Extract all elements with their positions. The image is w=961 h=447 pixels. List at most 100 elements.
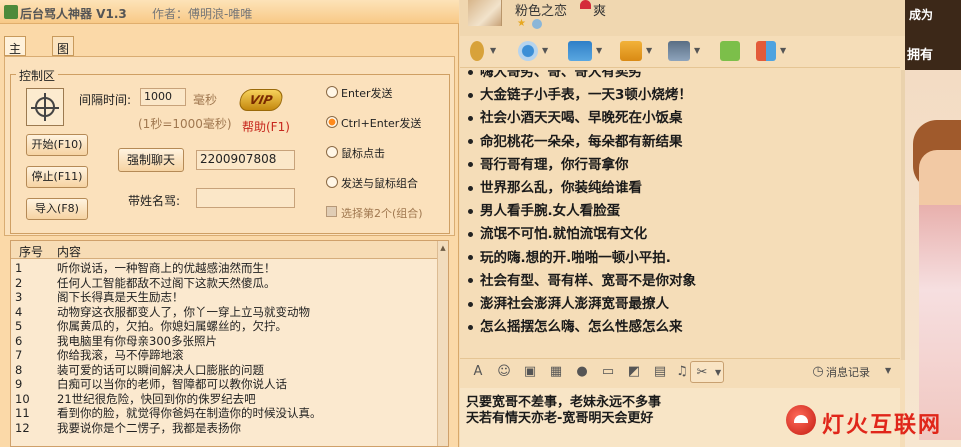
picture-icon[interactable]: ◩: [626, 364, 642, 380]
chat-window: 粉色之恋 爽 ★ ▼ ▼ ▼ ▼ ▼ ▼ 嗨大哥劣、哥、哥大有卖劣 大金链子小手表…: [460, 0, 961, 447]
list-header-no[interactable]: 序号: [19, 243, 43, 260]
list-item[interactable]: 9 白痴可以当你的老师，智障都可以教你说人话: [11, 377, 439, 392]
chat-message-text: 哥行哥有理，你行哥拿你: [480, 156, 629, 173]
list-item[interactable]: 3 阁下长得真是天生励志！: [11, 290, 439, 305]
list-header-content[interactable]: 内容: [57, 243, 81, 260]
chat-message-text: 流氓不可怕.就怕流氓有文化: [480, 226, 648, 243]
screen-share-icon[interactable]: [568, 41, 592, 61]
list-item[interactable]: 12 我要说你是个二愣子，我都是表扬你: [11, 421, 439, 436]
bullet-icon: [468, 70, 473, 75]
chevron-down-icon[interactable]: ▼: [885, 366, 891, 375]
list-item-text: 白痴可以当你的老师，智障都可以教你说人话: [57, 377, 287, 391]
remote-desktop-icon[interactable]: [668, 41, 690, 61]
stop-button[interactable]: 停止(F11): [26, 166, 88, 188]
music-icon[interactable]: ♫: [674, 364, 690, 380]
shake-icon[interactable]: ▦: [548, 364, 564, 380]
force-chat-button[interactable]: 强制聊天: [118, 148, 184, 172]
tool-titlebar: 后台骂人神器 V1.3 作者：傅明浪-唯唯: [0, 0, 459, 24]
list-item-number: 7: [15, 348, 23, 362]
chevron-down-icon[interactable]: ▼: [780, 46, 786, 55]
start-button[interactable]: 开始(F10): [26, 134, 88, 156]
chevron-down-icon[interactable]: ▼: [694, 46, 700, 55]
list-item-number: 4: [15, 304, 23, 319]
list-item[interactable]: 7 你给我滚，马不停蹄地滚: [11, 348, 439, 363]
chat-message-text: 世界那么乱，你装纯给谁看: [480, 180, 642, 196]
list-item-text: 听你说话，一种智商上的优越感油然而生！: [57, 261, 276, 275]
apps-grid-icon[interactable]: [756, 41, 776, 61]
star-icon: ★: [517, 18, 526, 29]
chevron-down-icon[interactable]: ▼: [646, 46, 652, 55]
help-link[interactable]: 帮助(F1): [242, 118, 290, 135]
interval-input[interactable]: 1000: [140, 88, 186, 106]
video-call-icon[interactable]: [518, 41, 538, 61]
tab-image-settings[interactable]: 图片设置: [52, 36, 75, 107]
message-history-link[interactable]: 消息记录: [826, 364, 870, 380]
chat-message: 哥行哥有理，你行哥拿你: [468, 153, 629, 173]
tab-main[interactable]: 主界面: [4, 36, 27, 90]
radio-mouse-click[interactable]: [326, 146, 338, 158]
chat-message: 社会有型、哥有样、宽哥不是你对象: [468, 269, 696, 289]
radio-ctrl-enter-send[interactable]: [326, 116, 338, 128]
list-item-text: 我要说你是个二愣子，我都是表扬你: [57, 420, 241, 435]
watermark: 灯火互联网: [786, 402, 954, 440]
scroll-up-icon[interactable]: ▲: [438, 243, 448, 253]
list-scrollbar[interactable]: ▲: [437, 241, 448, 446]
bullet-icon: [468, 208, 473, 214]
ad-line-1[interactable]: 成为: [909, 6, 933, 23]
ad-line-2[interactable]: 拥有: [907, 44, 933, 63]
voice-icon[interactable]: ●: [574, 364, 590, 380]
list-item-text: 21世纪很危险，快回到你的侏罗纪去吧: [57, 391, 256, 406]
list-item[interactable]: 4 动物穿这衣服都变人了，你丫一穿上立马就变动物: [11, 305, 439, 320]
list-item[interactable]: 5 你属黄瓜的，欠拍。你媳妇属螺丝的，欠拧。: [11, 319, 439, 334]
chat-message-text: 玩的嗨.想的开.啪啪一顿小平拍.: [480, 249, 671, 266]
force-chat-input[interactable]: 2200907808: [196, 150, 295, 170]
radio-combo[interactable]: [326, 176, 338, 188]
sticker-icon[interactable]: ▣: [522, 364, 538, 380]
import-button[interactable]: 导入(F8): [26, 198, 88, 220]
character-image: [919, 150, 961, 440]
radio-enter-send[interactable]: [326, 86, 338, 98]
list-item[interactable]: 2 任何人工智能都敌不过阁下这款天然傻瓜。: [11, 276, 439, 291]
radio-enter-send-label: Enter发送: [341, 87, 393, 100]
chevron-down-icon[interactable]: ▼: [715, 368, 721, 377]
list-item[interactable]: 6 我电脑里有你母亲300多张照片: [11, 334, 439, 349]
list-item[interactable]: 8 装可爱的话可以瞬间解决人口膨胀的问题: [11, 363, 439, 378]
list-item[interactable]: 1 听你说话，一种智商上的优越感油然而生！: [11, 261, 439, 276]
font-icon[interactable]: A: [470, 364, 486, 380]
crosshair-target-icon[interactable]: [26, 88, 64, 126]
chevron-down-icon[interactable]: ▼: [542, 46, 548, 55]
avatar[interactable]: [468, 0, 502, 26]
list-item-text: 阁下长得真是天生励志！: [57, 290, 184, 304]
add-contact-icon[interactable]: [720, 41, 740, 61]
list-item-text: 你给我滚，马不停蹄地滚: [57, 348, 184, 362]
with-name-input[interactable]: [196, 188, 295, 208]
scissors-button[interactable]: ✂ ▼: [690, 361, 724, 383]
chat-message: 流氓不可怕.就怕流氓有文化: [468, 222, 647, 242]
screenshot-icon[interactable]: ▤: [652, 364, 668, 380]
chat-message: 社会小酒天天喝、早晚死在小饭桌: [468, 106, 683, 126]
radio-combo-label: 发送与鼠标组合: [341, 177, 418, 190]
tool-window: 后台骂人神器 V1.3 作者：傅明浪-唯唯 主界面 图片设置 控制区 间隔时间:…: [0, 0, 459, 447]
clock-icon: ◷: [812, 364, 824, 379]
chat-message: 大金链子小手表，一天3顿小烧烤！: [468, 83, 692, 103]
bullet-icon: [468, 115, 473, 121]
folder-send-icon[interactable]: [620, 41, 642, 61]
combo-checkbox[interactable]: [326, 206, 337, 217]
microphone-icon[interactable]: [470, 41, 484, 61]
control-group-label: 控制区: [16, 67, 59, 84]
list-item-number: 5: [15, 319, 23, 333]
chevron-down-icon[interactable]: ▼: [596, 46, 602, 55]
list-item-number: 10: [15, 391, 30, 406]
interval-unit: 毫秒: [193, 93, 218, 107]
status-icon: [532, 19, 542, 29]
list-item[interactable]: 11 看到你的脸，就觉得你爸妈在制造你的时候没认真。: [11, 406, 439, 421]
chat-message: 嗨大哥劣、哥、哥大有卖劣: [468, 70, 642, 80]
chevron-down-icon[interactable]: ▼: [490, 46, 496, 55]
vip-badge-icon[interactable]: VIP: [237, 89, 285, 111]
emoji-icon[interactable]: ☺: [496, 364, 512, 380]
list-item[interactable]: 10 21世纪很危险，快回到你的侏罗纪去吧: [11, 392, 439, 407]
contact-name[interactable]: 粉色之恋: [515, 0, 567, 19]
image-icon[interactable]: ▭: [600, 364, 616, 380]
list-item-text: 我电脑里有你母亲300多张照片: [57, 333, 217, 348]
app-author: 作者：傅明浪-唯唯: [152, 7, 253, 21]
